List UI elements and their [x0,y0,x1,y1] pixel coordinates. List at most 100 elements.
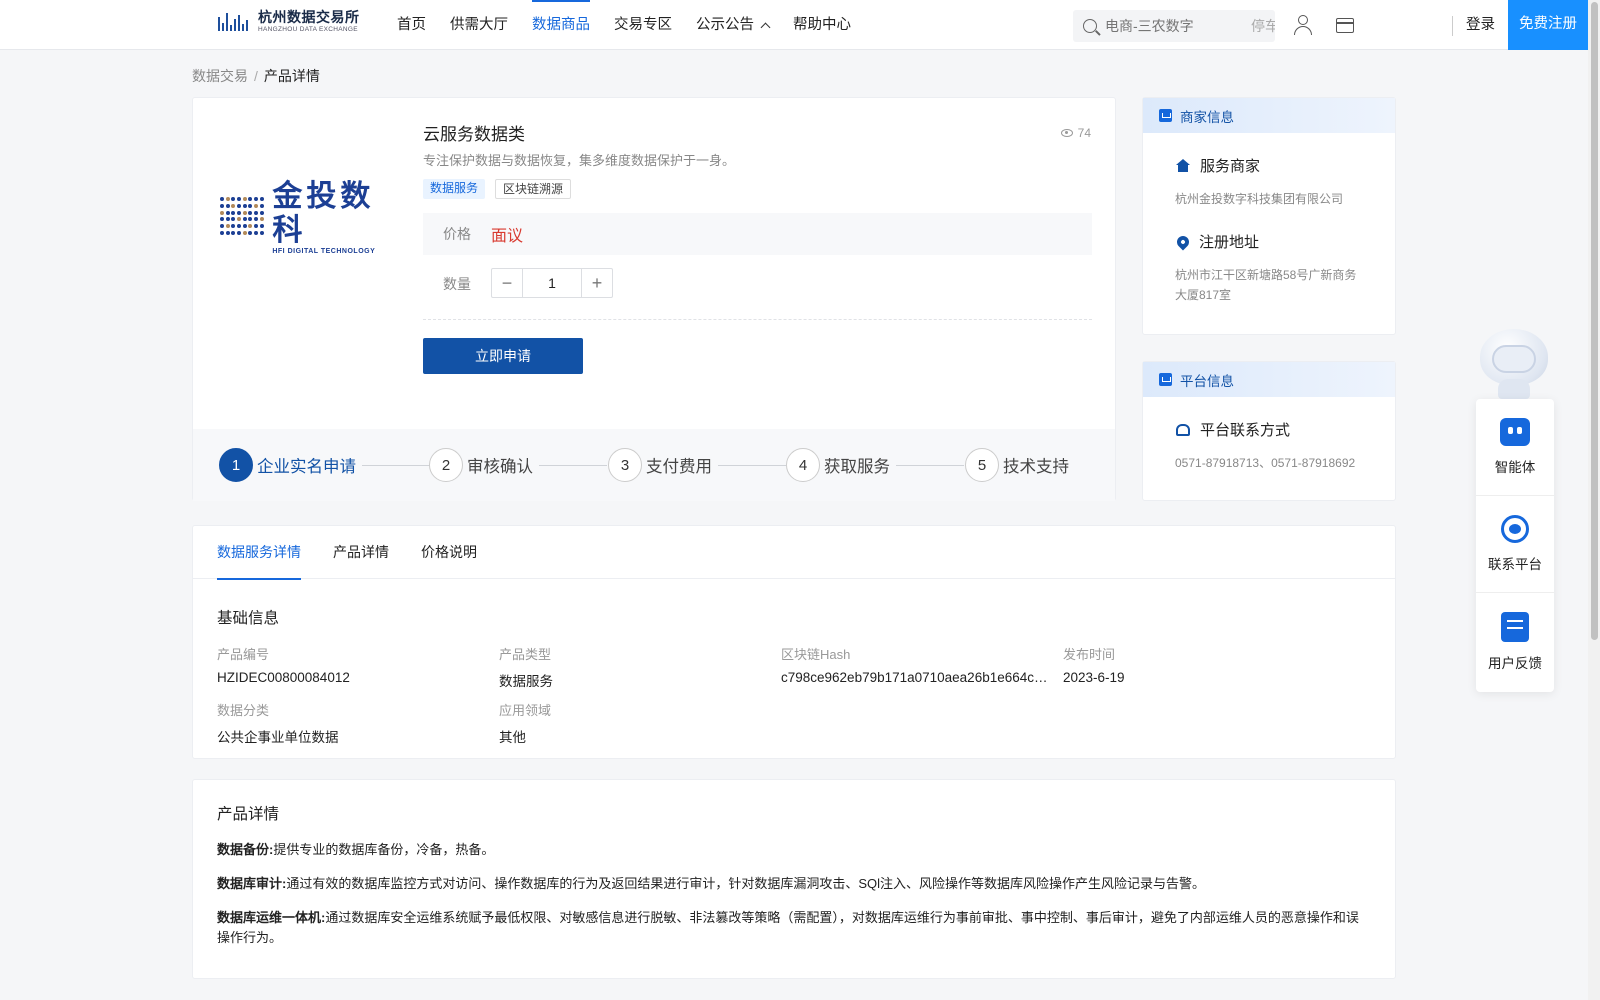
platform-info-title: 平台信息 [1180,373,1234,389]
nav-supply-demand[interactable]: 供需大厅 [450,0,508,50]
product-detail-title: 产品详情 [217,806,280,823]
product-description: 专注保护数据与数据恢复，集多维度数据保护于一身。 [423,153,736,168]
nav-data-products[interactable]: 数据商品 [532,0,590,50]
register-button[interactable]: 免费注册 [1508,0,1588,50]
breadcrumb-parent[interactable]: 数据交易 [192,68,248,84]
step-1: 1 企业实名申请 [219,448,430,482]
step-2: 2 审核确认 [429,448,607,482]
location-pin-icon [1174,233,1192,250]
search-icon[interactable] [1083,19,1097,33]
breadcrumb-current: 产品详情 [263,68,320,84]
merchant-logo: 金投数科 HFI DIGITAL TECHNOLOGY [220,179,398,255]
header-divider [1452,16,1453,36]
field-value: HZIDEC00800084012 [217,670,350,685]
page-scrollbar[interactable] [1588,0,1600,1000]
detail-tabs: 数据服务详情 产品详情 价格说明 [193,526,1395,580]
step-4: 4 获取服务 [786,448,964,482]
breadcrumb-separator: / [254,68,258,84]
site-logo[interactable]: 杭州数据交易所 HANGZHOU DATA EXCHANGE [218,10,360,34]
basic-info-title: 基础信息 [217,610,280,627]
address-title: 注册地址 [1174,231,1395,252]
breadcrumb: 数据交易 / 产品详情 [192,66,320,86]
field-label: 发布时间 [1063,647,1116,662]
floating-service-panel: 智能体 联系平台 用户反馈 [1476,399,1554,692]
step-label: 技术支持 [1003,458,1069,476]
merchant-info-card: 商家信息 服务商家 杭州金投数字科技集团有限公司 注册地址 杭州市江干区新塘路5… [1142,97,1396,335]
tag-blockchain: 区块链溯源 [495,179,572,199]
tab-data-service-details[interactable]: 数据服务详情 [217,526,301,580]
shop-icon[interactable] [1334,14,1356,36]
search-box[interactable]: 停车 [1073,10,1275,42]
contact-platform-label: 联系平台 [1488,557,1542,572]
login-link[interactable]: 登录 [1466,0,1495,50]
platform-info-header: 平台信息 [1143,362,1395,397]
price-value: 面议 [491,228,524,245]
brand-name: 金投数科 [272,178,375,248]
step-number: 2 [429,448,463,482]
paragraph-text: 通过数据库安全运维系统赋予最低权限、对敏感信息进行脱敏、非法篡改等策略（需配置）… [217,910,1359,945]
field-value: 2023-6-19 [1063,670,1125,685]
quantity-minus-button[interactable]: − [492,269,522,297]
view-count: 74 [1060,126,1091,140]
nav-announcements[interactable]: 公示公告 [696,0,771,50]
contact-platform-button[interactable]: 联系平台 [1476,496,1554,593]
tab-product-details[interactable]: 产品详情 [333,526,389,579]
price-row: 价格 面议 [423,213,1092,255]
field-value: c798ce962eb79b171a0710aea26b1e664c… [781,670,1048,685]
detail-section: 数据服务详情 产品详情 价格说明 基础信息 产品编号 HZIDEC0080008… [192,525,1396,759]
platform-icon [1159,373,1172,386]
product-card: 金投数科 HFI DIGITAL TECHNOLOGY 云服务数据类 74 专注… [192,97,1116,501]
price-label: 价格 [443,226,471,242]
nav-help-center[interactable]: 帮助中心 [793,0,851,50]
service-merchant-title: 服务商家 [1176,155,1395,176]
paragraph-text: 提供专业的数据库备份，冷备，热备。 [273,842,495,857]
chevron-up-icon [760,22,771,33]
quantity-label: 数量 [443,276,471,292]
paragraph-term: 数据库运维一体机: [217,910,326,925]
step-label: 企业实名申请 [257,458,356,476]
step-number: 4 [786,448,820,482]
quantity-plus-button[interactable]: + [582,269,612,297]
service-merchant-label: 服务商家 [1200,158,1261,175]
apply-button[interactable]: 立即申请 [423,338,583,374]
feedback-button[interactable]: 用户反馈 [1476,593,1554,690]
ai-agent-button[interactable]: 智能体 [1476,399,1554,496]
detail-paragraph: 数据备份:提供专业的数据库备份，冷备，热备。 [217,840,1367,860]
merchant-info-title: 商家信息 [1180,109,1234,125]
contact-label: 平台联系方式 [1200,422,1291,439]
field-label: 应用领域 [499,703,552,718]
user-icon[interactable] [1292,14,1314,36]
field-publish-date: 发布时间 2023-6-19 [1063,644,1343,685]
logo-dots-icon [220,197,264,237]
step-label: 获取服务 [824,458,890,476]
search-hint: 停车 [1251,18,1275,34]
home-icon [1176,158,1190,173]
field-value: 其他 [499,730,526,745]
address-label: 注册地址 [1199,234,1260,251]
scrollbar-thumb[interactable] [1591,2,1598,640]
service-merchant-value: 杭州金投数字科技集团有限公司 [1175,192,1344,206]
robot-mascot-icon[interactable] [1476,327,1552,399]
nav-trading-zone[interactable]: 交易专区 [614,0,672,50]
nav-home[interactable]: 首页 [397,0,426,50]
headset-icon [1501,515,1529,543]
field-blockchain-hash: 区块链Hash c798ce962eb79b171a0710aea26b1e66… [781,644,1061,685]
step-label: 支付费用 [646,458,712,476]
field-value: 公共企事业单位数据 [217,730,339,745]
logo-subtitle: HANGZHOU DATA EXCHANGE [258,26,358,33]
product-detail-section: 产品详情 数据备份:提供专业的数据库备份，冷备，热备。 数据库审计:通过有效的数… [192,779,1396,979]
process-steps: 1 企业实名申请 2 审核确认 3 支付费用 4 获取服务 5 技术支持 [193,429,1115,501]
product-title: 云服务数据类 [423,125,525,144]
tab-price-description[interactable]: 价格说明 [421,526,477,579]
merchant-info-header: 商家信息 [1143,98,1395,133]
step-number: 1 [219,448,253,482]
step-connector [718,464,786,466]
step-3: 3 支付费用 [608,448,786,482]
step-number: 3 [608,448,642,482]
quantity-input[interactable]: 1 [522,269,582,297]
phone-icon [1176,423,1190,436]
step-connector [539,464,607,466]
paragraph-term: 数据库审计: [217,876,287,891]
search-input[interactable] [1105,18,1245,34]
field-label: 产品编号 [217,647,270,662]
